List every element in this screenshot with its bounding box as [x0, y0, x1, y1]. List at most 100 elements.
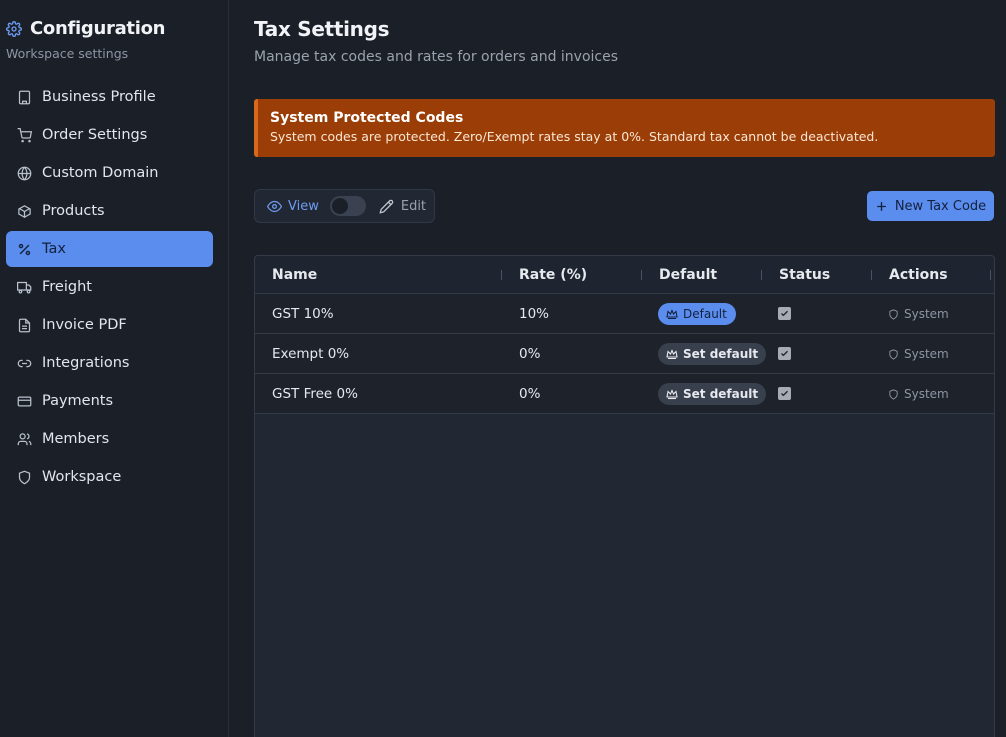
status-checkbox[interactable] [778, 347, 791, 360]
shield-icon [889, 308, 898, 320]
system-label: System [888, 387, 949, 401]
checkmark-icon [781, 350, 788, 357]
sidebar-title: Configuration [30, 18, 166, 39]
column-header-status[interactable]: Status [779, 267, 830, 283]
sidebar-item-label: Invoice PDF [42, 317, 127, 333]
sidebar-nav: Business Profile Order Settings Custom D… [6, 79, 213, 497]
set-default-label: Set default [683, 347, 759, 361]
users-icon [16, 431, 32, 447]
alert-text: System codes are protected. Zero/Exempt … [270, 129, 879, 144]
table-row[interactable]: GST Free 0% 0% Set default System [255, 374, 994, 414]
system-label: System [888, 307, 949, 321]
column-header-default[interactable]: Default [659, 267, 717, 283]
sidebar-brand: Configuration [6, 18, 165, 39]
gear-icon [6, 20, 22, 37]
switch-knob [331, 198, 348, 214]
alert-title: System Protected Codes [270, 110, 464, 126]
view-mode-button[interactable]: View [267, 199, 319, 214]
column-resizer[interactable] [501, 270, 502, 280]
column-resizer[interactable] [761, 270, 762, 280]
status-checkbox[interactable] [778, 307, 791, 320]
new-tax-code-button[interactable]: New Tax Code [867, 191, 994, 221]
link-icon [16, 355, 32, 371]
tax-name: GST Free 0% [272, 386, 358, 402]
checkmark-icon [781, 390, 788, 397]
truck-icon [16, 279, 32, 295]
status-checkbox[interactable] [778, 387, 791, 400]
sidebar-item-label: Integrations [42, 355, 130, 371]
system-protected-alert: System Protected Codes System codes are … [254, 99, 995, 157]
tax-rate: 0% [519, 346, 541, 362]
sidebar-item-invoice-pdf[interactable]: Invoice PDF [6, 307, 213, 343]
crown-icon [666, 349, 678, 360]
column-resizer[interactable] [871, 270, 872, 280]
view-edit-toggle: View Edit [254, 189, 435, 223]
sidebar-item-integrations[interactable]: Integrations [6, 345, 213, 381]
eye-icon [267, 200, 282, 212]
globe-icon [16, 165, 32, 181]
edit-label: Edit [400, 198, 427, 214]
sidebar-item-members[interactable]: Members [6, 421, 213, 457]
page-title: Tax Settings [254, 17, 390, 41]
sidebar-item-payments[interactable]: Payments [6, 383, 213, 419]
tax-name: Exempt 0% [272, 346, 350, 362]
crown-icon [666, 309, 678, 320]
system-text: System [904, 387, 949, 401]
sidebar-item-label: Custom Domain [42, 165, 159, 181]
new-tax-code-label: New Tax Code [894, 198, 987, 214]
table-row[interactable]: Exempt 0% 0% Set default System [255, 334, 994, 374]
building-icon [16, 89, 32, 105]
credit-card-icon [16, 393, 32, 409]
sidebar-subtitle: Workspace settings [6, 46, 129, 61]
sidebar-item-tax[interactable]: Tax [6, 231, 213, 267]
sidebar-item-order-settings[interactable]: Order Settings [6, 117, 213, 153]
box-icon [16, 203, 32, 219]
sidebar-item-label: Products [42, 203, 105, 219]
set-default-button[interactable]: Set default [658, 383, 767, 405]
column-header-rate[interactable]: Rate (%) [519, 267, 587, 283]
sidebar-item-label: Tax [42, 241, 66, 257]
cart-icon [16, 127, 32, 143]
shield-icon [889, 388, 898, 400]
tax-rate: 10% [519, 306, 550, 322]
sidebar-item-freight[interactable]: Freight [6, 269, 213, 305]
sidebar-item-label: Members [42, 431, 110, 447]
tax-codes-table: Name Rate (%) Default Status Actions GST… [254, 255, 995, 737]
edit-mode-button[interactable]: Edit [379, 199, 426, 214]
table-header: Name Rate (%) Default Status Actions [255, 256, 994, 294]
column-header-actions[interactable]: Actions [889, 267, 948, 283]
percent-icon [16, 241, 32, 257]
sidebar-item-workspace[interactable]: Workspace [6, 459, 213, 495]
sidebar-item-label: Order Settings [42, 127, 148, 143]
default-badge-label: Default [683, 307, 727, 321]
sidebar-item-custom-domain[interactable]: Custom Domain [6, 155, 213, 191]
sidebar-item-products[interactable]: Products [6, 193, 213, 229]
sidebar-item-label: Business Profile [42, 89, 156, 105]
mode-switch[interactable] [329, 196, 366, 216]
tax-name: GST 10% [272, 306, 334, 322]
sidebar: Configuration Workspace settings Busines… [0, 0, 229, 737]
column-resizer[interactable] [990, 270, 991, 280]
sidebar-item-label: Payments [42, 393, 114, 409]
pencil-icon [379, 199, 394, 214]
default-badge: Default [658, 303, 736, 325]
crown-icon [666, 389, 678, 400]
checkmark-icon [781, 310, 788, 317]
page-subtitle: Manage tax codes and rates for orders an… [254, 49, 619, 65]
tax-rate: 0% [519, 386, 541, 402]
document-icon [16, 317, 32, 333]
plus-icon [876, 201, 886, 211]
sidebar-item-label: Workspace [42, 469, 122, 485]
set-default-label: Set default [683, 387, 759, 401]
sidebar-item-label: Freight [42, 279, 92, 295]
table-row[interactable]: GST 10% 10% Default System [255, 294, 994, 334]
set-default-button[interactable]: Set default [658, 343, 767, 365]
column-header-name[interactable]: Name [272, 267, 317, 283]
view-label: View [288, 198, 319, 214]
system-text: System [904, 347, 949, 361]
system-text: System [904, 307, 949, 321]
column-resizer[interactable] [641, 270, 642, 280]
shield-icon [16, 469, 32, 485]
sidebar-item-business-profile[interactable]: Business Profile [6, 79, 213, 115]
shield-icon [889, 348, 898, 360]
